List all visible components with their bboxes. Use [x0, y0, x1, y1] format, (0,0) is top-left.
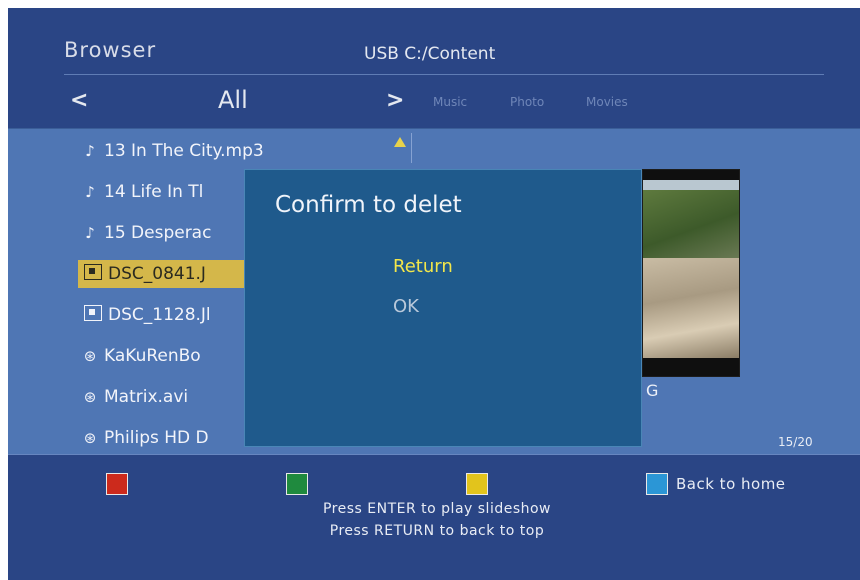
film-reel-icon: ⊛ [83, 347, 97, 365]
media-browser-screen: Browser USB C:/Content < All > Music Pho… [8, 8, 860, 580]
list-item[interactable]: ♪ 13 In The City.mp3 [80, 137, 264, 165]
current-filter[interactable]: All [218, 86, 248, 114]
list-item[interactable]: ⊛ Philips HD D [80, 424, 209, 452]
list-item-label: Matrix.avi [104, 387, 189, 407]
filter-music[interactable]: Music [433, 95, 467, 109]
list-item-label: DSC_1128.Jl [108, 305, 211, 325]
prev-filter-button[interactable]: < [70, 88, 88, 113]
list-item-label: DSC_0841.J [108, 264, 206, 284]
scroll-up-arrow-icon[interactable] [394, 137, 406, 147]
music-note-icon: ♪ [85, 142, 95, 160]
list-item[interactable]: ⊛ Matrix.avi [80, 383, 188, 411]
dialog-title: Confirm to delet [275, 192, 462, 218]
filter-movies[interactable]: Movies [586, 95, 628, 109]
blue-key-button[interactable] [646, 473, 668, 495]
list-item-selected[interactable]: DSC_0841.J [78, 260, 246, 288]
header-bar: Browser USB C:/Content < All > Music Pho… [8, 8, 860, 128]
ok-option[interactable]: OK [393, 296, 419, 317]
confirm-delete-dialog: Confirm to delet Return OK [244, 169, 642, 447]
music-note-icon: ♪ [85, 183, 95, 201]
list-item[interactable]: ♪ 14 Life In Tl [80, 178, 203, 206]
return-option[interactable]: Return [393, 256, 453, 277]
back-to-home-label: Back to home [676, 475, 786, 493]
film-reel-icon: ⊛ [83, 388, 97, 406]
list-item[interactable]: DSC_1128.Jl [84, 301, 211, 329]
page-counter: 15/20 [778, 435, 813, 449]
yellow-key-button[interactable] [466, 473, 488, 495]
header-divider [64, 74, 824, 75]
list-item[interactable]: ♪ 15 Desperac [80, 219, 211, 247]
green-key-button[interactable] [286, 473, 308, 495]
list-item-label: KaKuRenBo [104, 346, 201, 366]
list-item-label: 13 In The City.mp3 [104, 141, 264, 161]
list-item-label: 15 Desperac [104, 223, 212, 243]
photo-preview-thumbnail [642, 169, 740, 377]
red-key-button[interactable] [106, 473, 128, 495]
photo-icon [84, 305, 102, 321]
photo-icon [84, 264, 102, 280]
list-item-label: Philips HD D [104, 428, 209, 448]
footer-bar: Back to home Press ENTER to play slidesh… [8, 454, 860, 580]
thumbnail-hill [643, 190, 739, 260]
hint-return: Press RETURN to back to top [329, 523, 545, 539]
app-title: Browser [64, 38, 157, 62]
film-reel-icon: ⊛ [83, 429, 97, 447]
current-path: USB C:/Content [364, 44, 496, 64]
hint-enter: Press ENTER to play slideshow [322, 501, 552, 517]
preview-file-info: G [646, 381, 659, 400]
thumbnail-path [643, 258, 739, 358]
filter-photo[interactable]: Photo [510, 95, 544, 109]
next-filter-button[interactable]: > [386, 88, 404, 113]
music-note-icon: ♪ [85, 224, 95, 242]
scroll-track [411, 133, 412, 163]
list-item-label: 14 Life In Tl [104, 182, 204, 202]
list-item[interactable]: ⊛ KaKuRenBo [80, 342, 201, 370]
